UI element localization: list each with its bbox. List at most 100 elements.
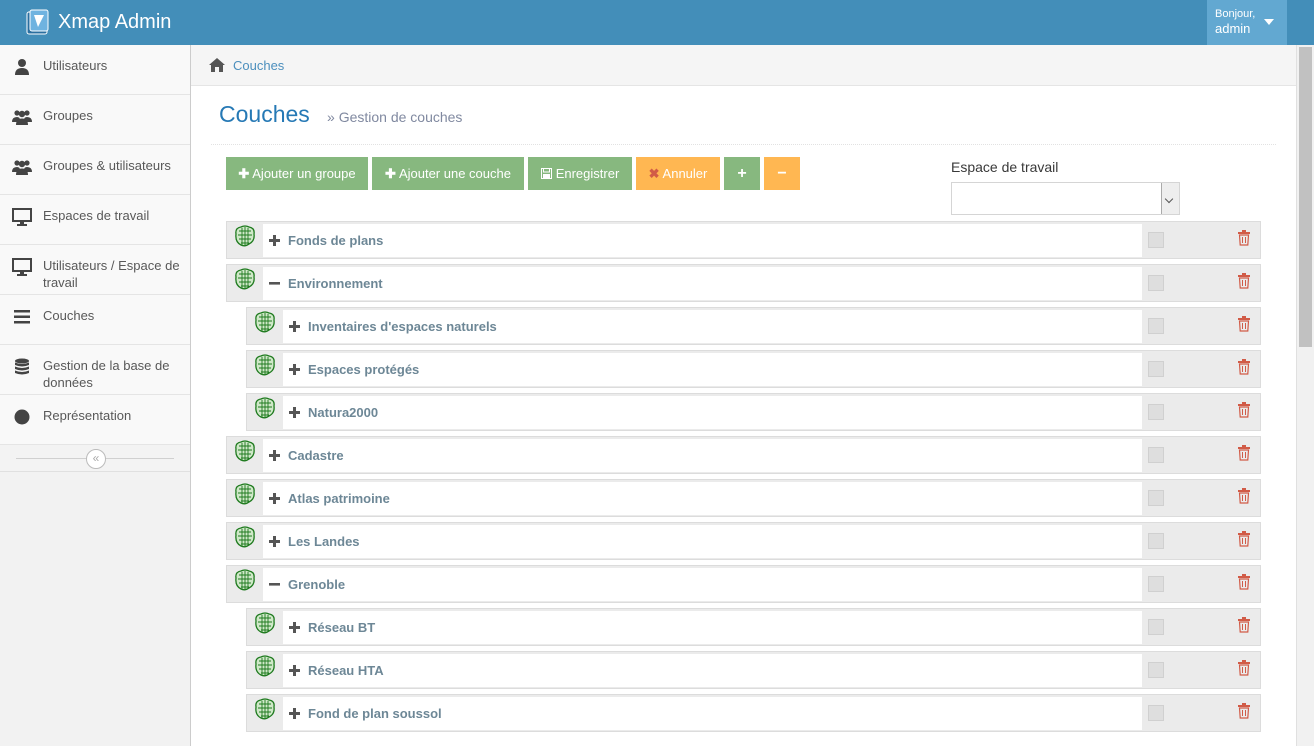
trash-icon[interactable] [1237,402,1251,418]
visibility-checkbox[interactable] [1148,361,1164,377]
visibility-checkbox[interactable] [1148,619,1164,635]
visibility-checkbox[interactable] [1148,447,1164,463]
trash-icon[interactable] [1237,660,1251,676]
collapse-all-button[interactable]: − [764,157,800,190]
visibility-checkbox[interactable] [1148,576,1164,592]
plus-icon[interactable] [269,535,280,547]
tree-row-body[interactable]: Grenoble [263,568,1142,601]
sidebar-item-0[interactable]: Utilisateurs [0,45,190,95]
plus-icon[interactable] [289,621,300,633]
visibility-checkbox[interactable] [1148,318,1164,334]
tree-row[interactable]: Natura2000 [246,393,1261,431]
tree-row-body[interactable]: Cadastre [263,439,1142,472]
sidebar-item-label: Représentation [43,408,132,423]
tree-row-body[interactable]: Espaces protégés [283,353,1142,386]
tree-row[interactable]: Cadastre [226,436,1261,474]
cancel-button[interactable]: ✖ Annuler [636,157,720,190]
tree-row-body[interactable]: Réseau BT [283,611,1142,644]
tree-row-body[interactable]: Atlas patrimoine [263,482,1142,515]
tree-row[interactable]: Inventaires d'espaces naturels [246,307,1261,345]
header-divider [211,144,1276,145]
tree-row-body[interactable]: Fond de plan soussol [283,697,1142,730]
sidebar-item-5[interactable]: Couches [0,295,190,345]
sidebar-item-6[interactable]: Gestion de la base de données [0,345,190,395]
tree-row[interactable]: Fonds de plans [226,221,1261,259]
plus-icon[interactable] [289,664,300,676]
tree-row-body[interactable]: Natura2000 [283,396,1142,429]
collapse-icon[interactable]: « [86,449,106,469]
plus-icon[interactable] [289,320,300,332]
layer-icon [253,611,277,635]
layer-icon-cell [227,566,263,602]
trash-icon[interactable] [1237,574,1251,590]
trash-icon[interactable] [1237,230,1251,246]
scrollbar[interactable] [1296,45,1314,746]
tree-row-label: Les Landes [288,534,360,549]
tree-row-body[interactable]: Inventaires d'espaces naturels [283,310,1142,343]
add-layer-button[interactable]: ✚ Ajouter une couche [372,157,524,190]
trash-icon[interactable] [1237,445,1251,461]
layer-icon-cell [227,265,263,301]
plus-icon[interactable] [289,406,300,418]
tree-row-label: Espaces protégés [308,362,420,377]
sidebar-item-2[interactable]: Groupes & utilisateurs [0,145,190,195]
save-label: Enregistrer [555,166,620,181]
tree-row[interactable]: Réseau HTA [246,651,1261,689]
plus-icon[interactable] [289,707,300,719]
tree-row[interactable]: Les Landes [226,522,1261,560]
trash-icon[interactable] [1237,488,1251,504]
floppy-icon [540,168,552,179]
visibility-checkbox[interactable] [1148,662,1164,678]
sidebar-item-1[interactable]: Groupes [0,95,190,145]
expand-all-button[interactable]: + [724,157,760,190]
sidebar-item-label: Couches [43,308,95,323]
visibility-checkbox[interactable] [1148,533,1164,549]
plus-icon[interactable] [269,449,280,461]
trash-icon[interactable] [1237,316,1251,332]
app-title: Xmap Admin [58,10,172,33]
workspace-select[interactable] [951,182,1180,215]
page-subtitle: » Gestion de couches [327,109,462,125]
tree-row[interactable]: Environnement [226,264,1261,302]
tree-row-body[interactable]: Environnement [263,267,1142,300]
tree-row[interactable]: Réseau BT [246,608,1261,646]
tree-row[interactable]: Espaces protégés [246,350,1261,388]
visibility-checkbox[interactable] [1148,275,1164,291]
database-icon [12,357,32,377]
tree-row[interactable]: Atlas patrimoine [226,479,1261,517]
tree-row-body[interactable]: Les Landes [263,525,1142,558]
layer-icon-cell [227,523,263,559]
save-button[interactable]: Enregistrer [528,157,632,190]
visibility-checkbox[interactable] [1148,404,1164,420]
scroll-thumb[interactable] [1299,47,1312,347]
home-icon[interactable] [208,57,226,73]
add-group-button[interactable]: ✚ Ajouter un groupe [226,157,368,190]
minus-icon[interactable] [269,578,280,589]
tree-row[interactable]: Fond de plan soussol [246,694,1261,732]
trash-icon[interactable] [1237,273,1251,289]
plus-icon[interactable] [269,234,280,246]
trash-icon[interactable] [1237,531,1251,547]
minus-icon[interactable] [269,277,280,288]
user-icon [12,57,32,77]
plus-icon[interactable] [269,492,280,504]
trash-icon[interactable] [1237,359,1251,375]
tree-row[interactable]: Grenoble [226,565,1261,603]
user-menu[interactable]: Bonjour, admin [1207,0,1287,45]
tree-row-body[interactable]: Réseau HTA [283,654,1142,687]
tree-row-body[interactable]: Fonds de plans [263,224,1142,257]
brand[interactable]: Xmap Admin [26,8,171,36]
sidebar-item-7[interactable]: Représentation [0,395,190,445]
breadcrumb-couches[interactable]: Couches [233,58,284,73]
visibility-checkbox[interactable] [1148,490,1164,506]
layer-icon-cell [227,222,263,258]
plus-icon[interactable] [289,363,300,375]
layer-icon [233,568,257,592]
visibility-checkbox[interactable] [1148,232,1164,248]
visibility-checkbox[interactable] [1148,705,1164,721]
trash-icon[interactable] [1237,703,1251,719]
layer-icon-cell [247,351,283,387]
sidebar-item-4[interactable]: Utilisateurs / Espace de travail [0,245,190,295]
sidebar-item-3[interactable]: Espaces de travail [0,195,190,245]
trash-icon[interactable] [1237,617,1251,633]
